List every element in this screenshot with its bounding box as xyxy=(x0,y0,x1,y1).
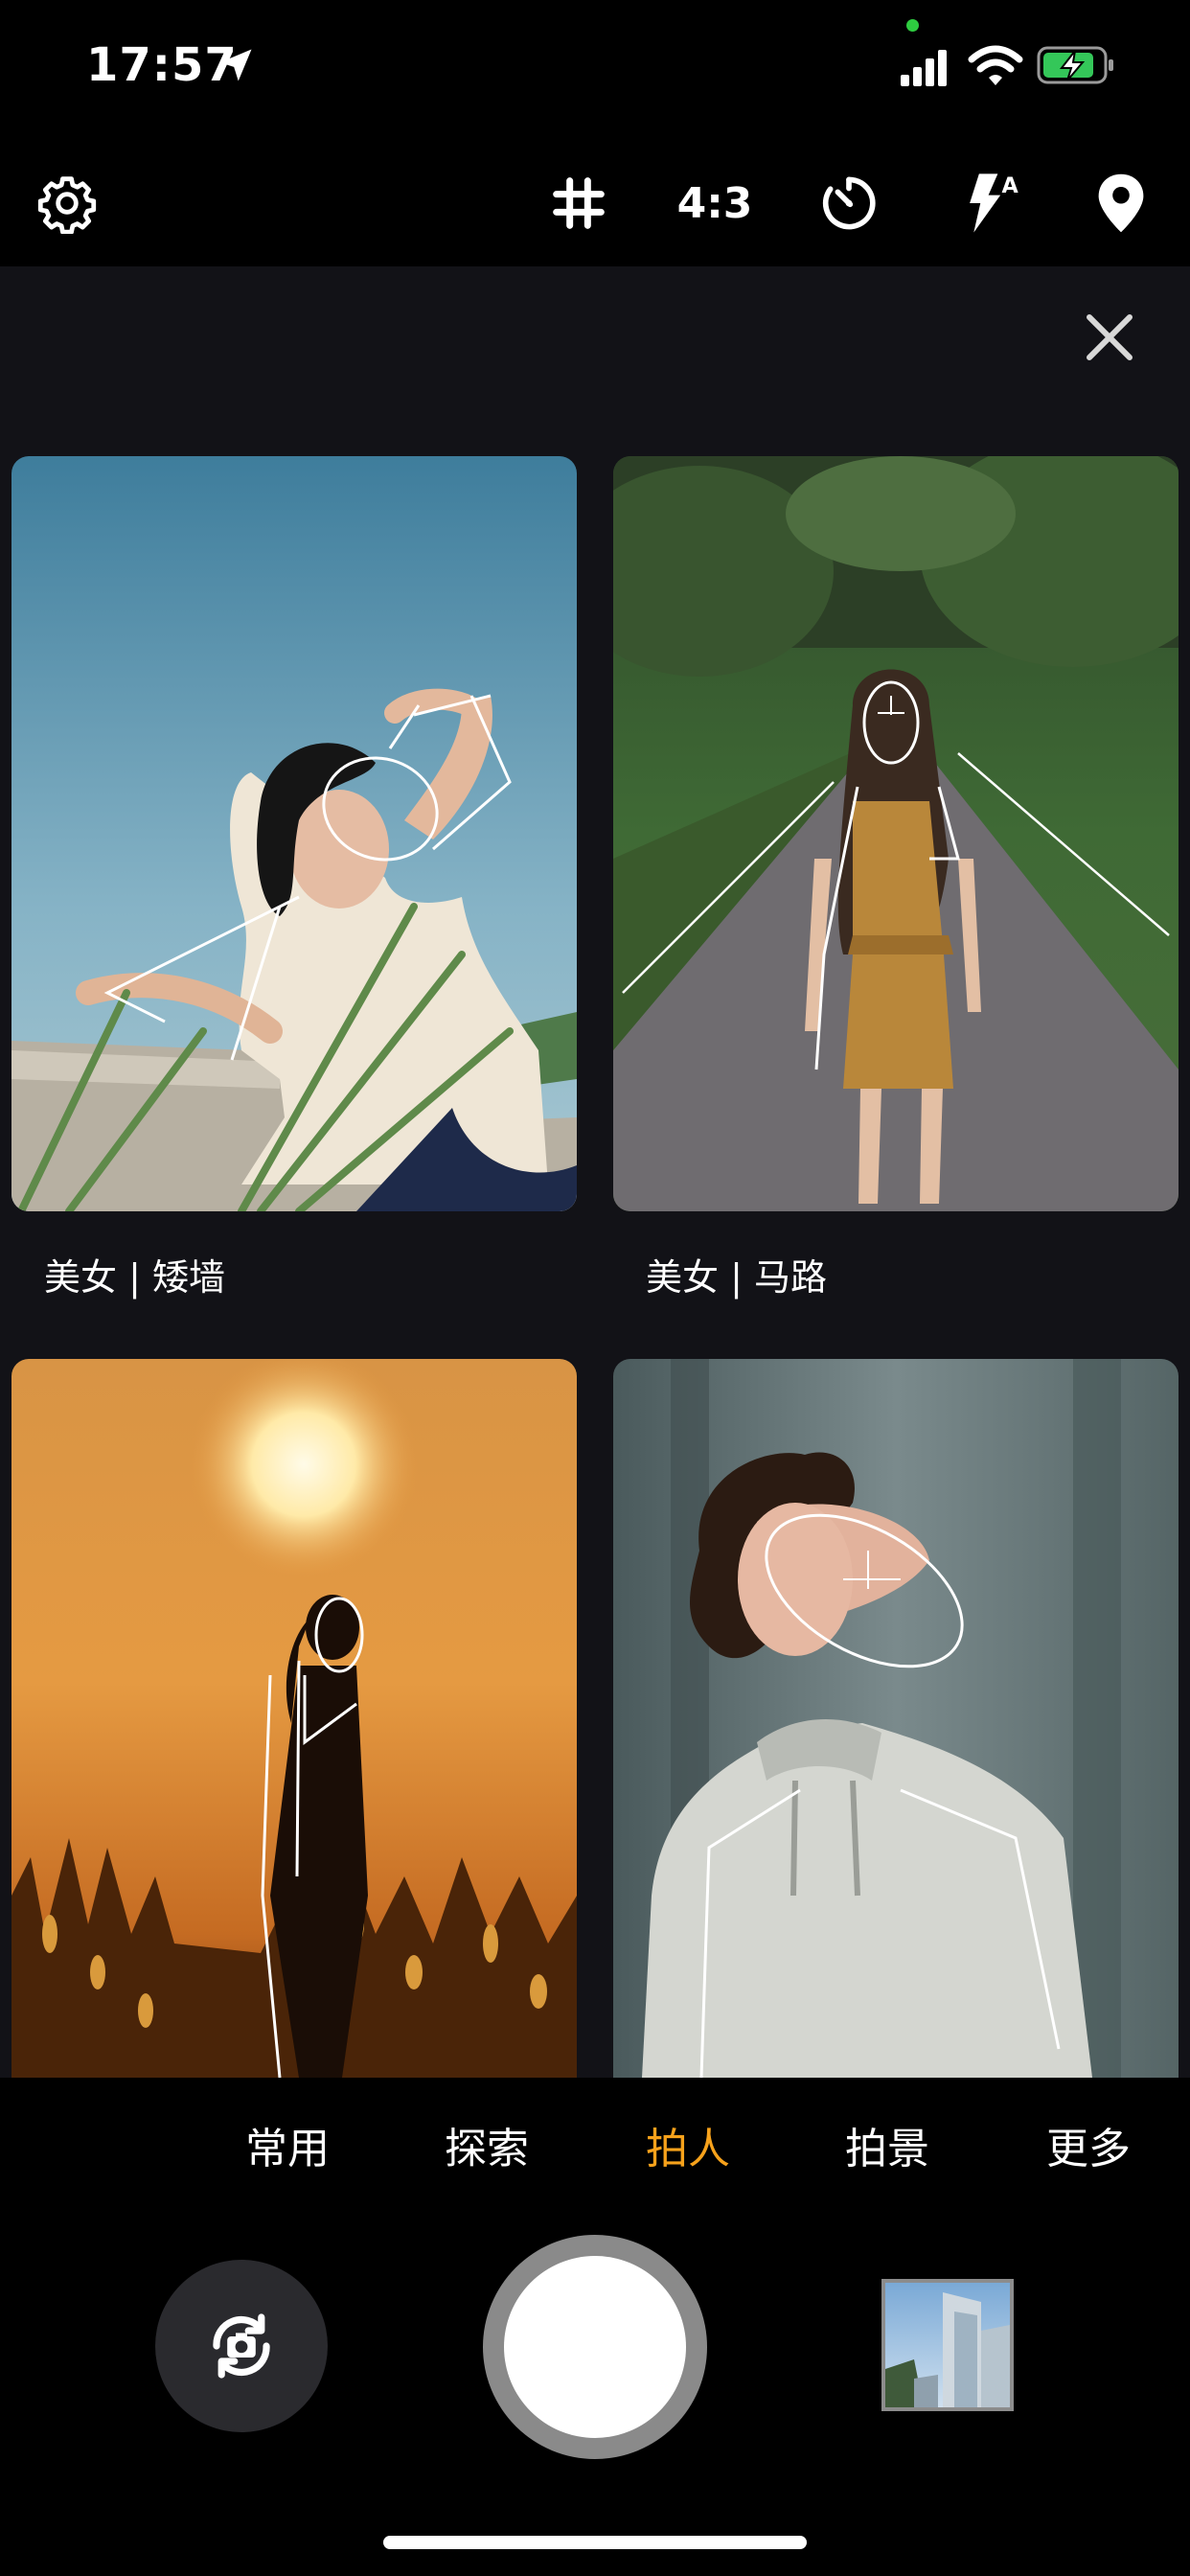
template-image xyxy=(11,1359,577,2078)
location-pin-icon[interactable] xyxy=(1083,165,1159,242)
grid-icon[interactable] xyxy=(540,165,617,242)
home-indicator xyxy=(383,2536,807,2549)
location-arrow-icon xyxy=(219,49,252,81)
template-card[interactable] xyxy=(613,456,1179,1211)
gear-icon[interactable] xyxy=(29,165,105,242)
template-card[interactable] xyxy=(11,456,577,1211)
battery-charging-icon xyxy=(1037,46,1113,84)
tab-pairen[interactable]: 拍人 xyxy=(646,2114,730,2175)
template-image xyxy=(613,456,1179,1211)
template-label: 美女 | 矮墙 xyxy=(44,1256,225,1299)
tab-tansuo[interactable]: 探索 xyxy=(445,2114,529,2175)
signal-icon xyxy=(901,50,947,86)
svg-text:A: A xyxy=(1002,173,1019,198)
privacy-indicator-dot xyxy=(906,19,919,32)
shutter-button-inner[interactable] xyxy=(504,2256,686,2438)
tab-changyong[interactable]: 常用 xyxy=(245,2114,330,2175)
template-card[interactable] xyxy=(613,1359,1179,2078)
wifi-icon xyxy=(968,45,1023,85)
aspect-ratio-label: 4:3 xyxy=(676,178,753,228)
close-icon[interactable] xyxy=(1075,303,1144,372)
tab-gengduo[interactable]: 更多 xyxy=(1046,2114,1131,2175)
template-image xyxy=(613,1359,1179,2078)
camera-flip-icon xyxy=(213,2313,270,2379)
aspect-ratio-button[interactable]: 4:3 xyxy=(676,165,753,242)
camera-toolbar: 4:3 A xyxy=(0,134,1190,266)
timer-icon[interactable] xyxy=(811,165,887,242)
mode-tab-bar xyxy=(0,2078,1190,2202)
camera-flip-button[interactable] xyxy=(155,2260,328,2432)
tab-paijing[interactable]: 拍景 xyxy=(845,2114,929,2175)
template-image xyxy=(11,456,577,1211)
flash-auto-icon[interactable]: A xyxy=(947,165,1033,242)
gallery-thumbnail-image xyxy=(885,2283,1010,2407)
template-card[interactable] xyxy=(11,1359,577,2078)
template-label: 美女 | 马路 xyxy=(646,1256,827,1299)
gallery-thumbnail[interactable] xyxy=(881,2279,1014,2411)
